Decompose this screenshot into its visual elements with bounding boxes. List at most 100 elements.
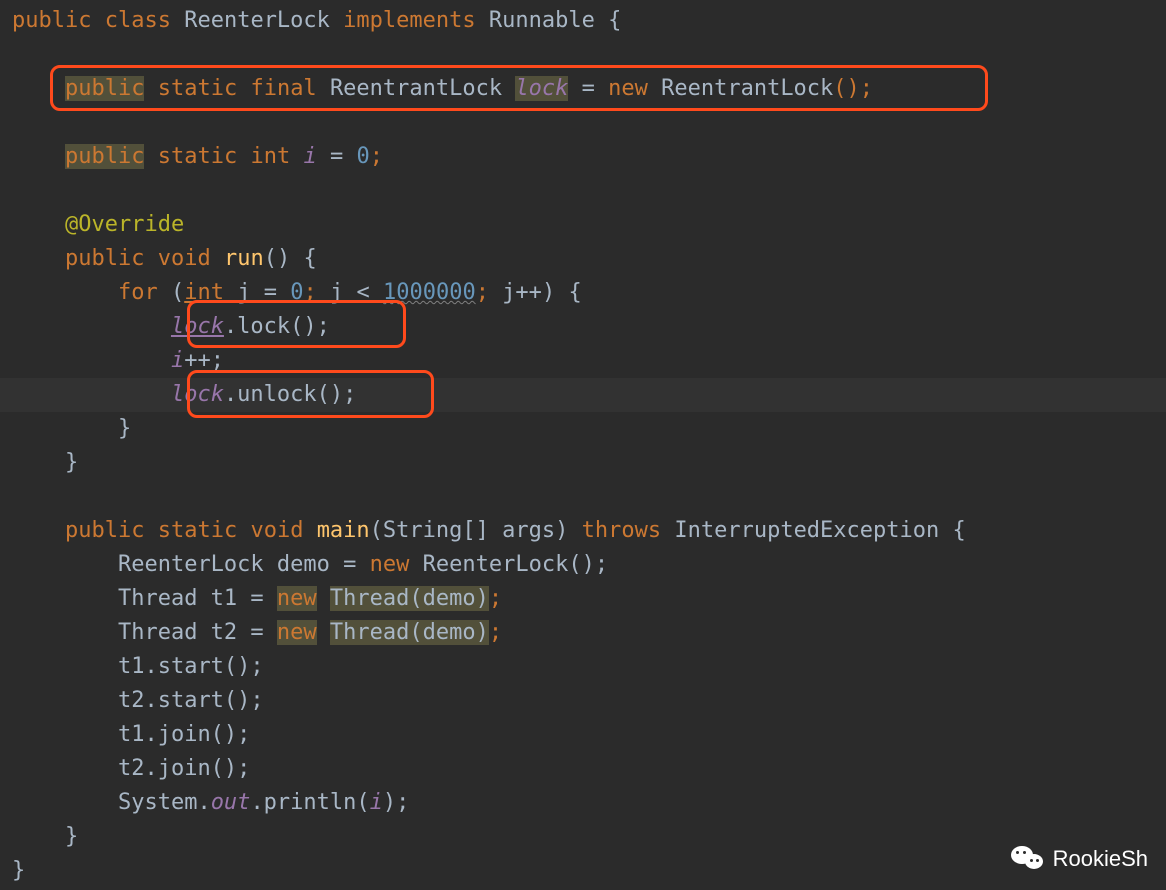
stmt: Thread t2 = xyxy=(118,620,264,645)
code-line: System.out.println(i); xyxy=(0,786,1166,820)
code-line: } xyxy=(0,854,1166,888)
stmt: ReenterLock demo = xyxy=(118,552,356,577)
keyword: public xyxy=(12,8,91,33)
stmt: t2.join(); xyxy=(118,756,250,781)
code-line xyxy=(0,480,1166,514)
ctor: Thread(demo) xyxy=(330,586,489,611)
keyword: public xyxy=(65,144,144,169)
var: j xyxy=(330,280,343,305)
punct: ; xyxy=(370,144,383,169)
field-ref: lock xyxy=(171,382,224,407)
paren: ) xyxy=(542,280,555,305)
number: 0 xyxy=(290,280,303,305)
type: ReentrantLock xyxy=(330,76,502,101)
stmt: t1.join(); xyxy=(118,722,250,747)
code-line xyxy=(0,174,1166,208)
code-line xyxy=(0,38,1166,72)
brace: { xyxy=(608,8,621,33)
paren: ) xyxy=(555,518,568,543)
code-line: } xyxy=(0,446,1166,480)
keyword: static xyxy=(158,518,237,543)
brace: } xyxy=(118,416,131,441)
keyword: int xyxy=(184,280,224,305)
interface-name: Runnable xyxy=(489,8,595,33)
op: = xyxy=(582,76,595,101)
keyword: void xyxy=(158,246,211,271)
annotation: @Override xyxy=(65,212,184,237)
code-line: Thread t1 = new Thread(demo); xyxy=(0,582,1166,616)
field-ref: lock xyxy=(171,314,224,339)
keyword: static xyxy=(158,76,237,101)
code-line: for (int j = 0; j < 1000000; j++) { xyxy=(0,276,1166,310)
punct: ; xyxy=(489,586,502,611)
op: = xyxy=(264,280,277,305)
brace: } xyxy=(12,858,25,883)
code-line: public void run() { xyxy=(0,242,1166,276)
punct: (); xyxy=(833,76,873,101)
watermark: RookieSh xyxy=(1011,842,1148,876)
punct: ; xyxy=(489,620,502,645)
code-line: } xyxy=(0,820,1166,854)
call: .println( xyxy=(250,790,369,815)
code-line: t1.join(); xyxy=(0,718,1166,752)
punct: () { xyxy=(264,246,317,271)
brace: } xyxy=(65,450,78,475)
keyword: public xyxy=(65,518,144,543)
field-name: lock xyxy=(515,76,568,101)
keyword: throws xyxy=(582,518,661,543)
keyword: new xyxy=(277,620,317,645)
var: j xyxy=(237,280,250,305)
code-line: public static final ReentrantLock lock =… xyxy=(0,72,1166,106)
class-name: ReenterLock xyxy=(184,8,330,33)
code-line: i++; xyxy=(0,344,1166,378)
brace: { xyxy=(568,280,581,305)
stmt: Thread t1 = xyxy=(118,586,264,611)
stmt: System. xyxy=(118,790,211,815)
stmt: t1.start(); xyxy=(118,654,264,679)
code-line: Thread t2 = new Thread(demo); xyxy=(0,616,1166,650)
field-ref: i xyxy=(171,348,184,373)
op: ++; xyxy=(184,348,224,373)
code-line: @Override xyxy=(0,208,1166,242)
code-line: lock.unlock(); xyxy=(0,378,1166,412)
keyword: public xyxy=(65,76,144,101)
code-editor[interactable]: public class ReenterLock implements Runn… xyxy=(0,0,1166,890)
keyword: final xyxy=(250,76,316,101)
paren: ( xyxy=(171,280,184,305)
stmt: t2.start(); xyxy=(118,688,264,713)
code-line: public static int i = 0; xyxy=(0,140,1166,174)
code-line: lock.lock(); xyxy=(0,310,1166,344)
number: 1000000 xyxy=(383,280,476,305)
watermark-text: RookieSh xyxy=(1053,842,1148,876)
method-name: main xyxy=(317,518,370,543)
keyword: new xyxy=(277,586,317,611)
expr: j++ xyxy=(502,280,542,305)
keyword: int xyxy=(250,144,290,169)
call: .unlock(); xyxy=(224,382,356,407)
op: < xyxy=(356,280,369,305)
code-line: ReenterLock demo = new ReenterLock(); xyxy=(0,548,1166,582)
method-name: run xyxy=(224,246,264,271)
call: .lock(); xyxy=(224,314,330,339)
keyword: public xyxy=(65,246,144,271)
keyword: static xyxy=(158,144,237,169)
code-line: } xyxy=(0,412,1166,446)
wechat-icon xyxy=(1011,844,1047,874)
code-line: t2.join(); xyxy=(0,752,1166,786)
code-line: public class ReenterLock implements Runn… xyxy=(0,4,1166,38)
code-line: t2.start(); xyxy=(0,684,1166,718)
params: (String[] xyxy=(370,518,489,543)
field-name: i xyxy=(303,144,316,169)
field-ref: out xyxy=(211,790,251,815)
code-line xyxy=(0,106,1166,140)
punct: ; xyxy=(476,280,489,305)
keyword: implements xyxy=(343,8,475,33)
op: = xyxy=(330,144,343,169)
code-line: public static void main(String[] args) t… xyxy=(0,514,1166,548)
field-ref: i xyxy=(370,790,383,815)
param-name: args xyxy=(502,518,555,543)
punct: ; xyxy=(303,280,316,305)
keyword: class xyxy=(105,8,171,33)
number: 0 xyxy=(356,144,369,169)
paren: ); xyxy=(383,790,410,815)
